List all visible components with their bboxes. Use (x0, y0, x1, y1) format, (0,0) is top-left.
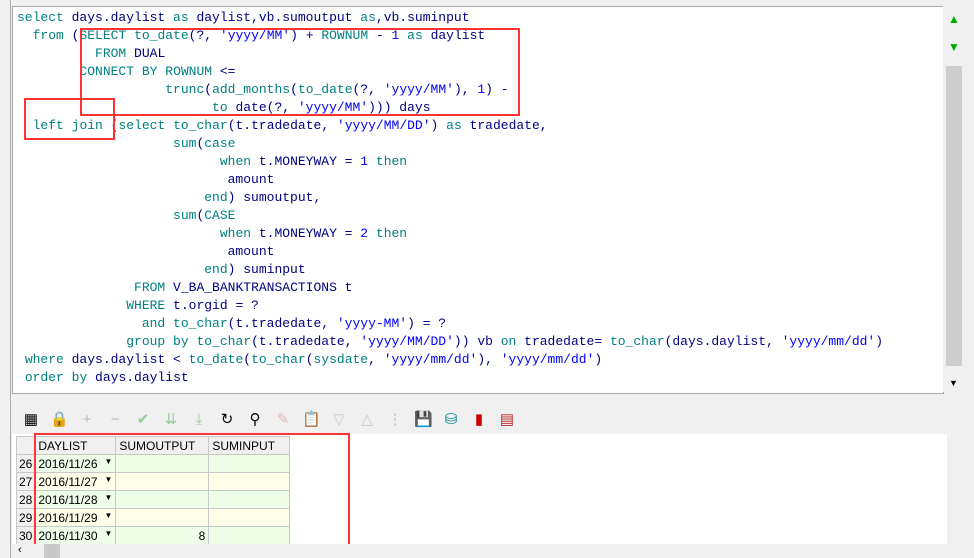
chart-icon[interactable]: ▮ (470, 410, 488, 428)
code-line: sum(CASE (173, 208, 236, 223)
row-number: 27 (15, 472, 36, 491)
table-icon[interactable]: ▤ (498, 410, 516, 428)
row-number-header (15, 436, 36, 455)
row-number: 30 (15, 526, 36, 545)
scroll-thumb[interactable] (44, 544, 60, 558)
lock-icon[interactable]: 🔒 (50, 410, 69, 428)
sort-up-icon[interactable]: △ (358, 410, 376, 428)
code-line: select days.daylist as daylist,vb.sumout… (17, 10, 470, 25)
code-line: order by days.daylist (24, 370, 189, 385)
refresh-icon[interactable]: ↻ (218, 410, 236, 428)
grid-layout-icon[interactable]: ▦ (22, 410, 40, 428)
scroll-thumb[interactable] (946, 66, 962, 366)
export-icon[interactable]: ⛁ (442, 410, 460, 428)
check-icon[interactable]: ✔ (134, 410, 152, 428)
tree-icon[interactable]: ⋮ (386, 410, 404, 428)
next-page-icon[interactable]: ⇊ (162, 410, 180, 428)
save-icon[interactable]: 💾 (414, 410, 433, 428)
find-icon[interactable]: ⚲ (246, 410, 264, 428)
left-panel-edge (0, 0, 11, 558)
arrow-down-icon[interactable]: ▼ (948, 40, 960, 54)
scroll-left-icon[interactable]: ‹ (18, 544, 22, 556)
code-line: when t.MONEYWAY = 1 then (219, 154, 408, 169)
code-line: amount (17, 172, 275, 187)
code-line: where days.daylist < to_date(to_char(sys… (24, 352, 603, 367)
code-line: and to_char(t.tradedate, 'yyyy-MM') = ? (141, 316, 447, 331)
code-line: WHERE t.orgid = ? (126, 298, 259, 313)
editor-scrollbar[interactable]: ▲ ▼ ▼ (943, 6, 965, 392)
add-icon[interactable]: + (78, 411, 96, 428)
query-by-example-icon[interactable]: 📋 (302, 410, 321, 428)
result-toolbar: ▦ 🔒 + − ✔ ⇊ ⤓ ↻ ⚲ ✎ 📋 ▽ △ ⋮ 💾 ⛁ ▮ ▤ (12, 404, 972, 434)
highlight-box-left-join (24, 98, 115, 140)
row-number: 29 (15, 508, 36, 527)
clear-icon[interactable]: ✎ (274, 410, 292, 428)
highlight-box-results (34, 433, 350, 553)
arrow-up-icon[interactable]: ▲ (948, 12, 960, 26)
highlight-box-subquery (80, 28, 520, 116)
code-line: FROM V_BA_BANKTRANSACTIONS t (134, 280, 353, 295)
code-line: sum(case (173, 136, 236, 151)
code-line: when t.MONEYWAY = 2 then (219, 226, 408, 241)
row-number: 26 (15, 454, 36, 473)
result-grid: DAYLIST SUMOUTPUT SUMINPUT 26 2016/11/26… (12, 433, 947, 553)
code-line: end) sumoutput, (204, 190, 322, 205)
last-page-icon[interactable]: ⤓ (190, 411, 208, 428)
grid-horizontal-scrollbar[interactable]: ‹ (12, 544, 947, 558)
sort-down-icon[interactable]: ▽ (330, 410, 348, 428)
remove-icon[interactable]: − (106, 411, 124, 428)
scroll-down-icon[interactable]: ▼ (949, 378, 958, 388)
row-number: 28 (15, 490, 36, 509)
code-line: end) suminput (204, 262, 306, 277)
code-line: group by to_char(t.tradedate, 'yyyy/MM/D… (126, 334, 884, 349)
code-line: left join (select to_char(t.tradedate, '… (32, 118, 548, 133)
code-line: amount (17, 244, 275, 259)
